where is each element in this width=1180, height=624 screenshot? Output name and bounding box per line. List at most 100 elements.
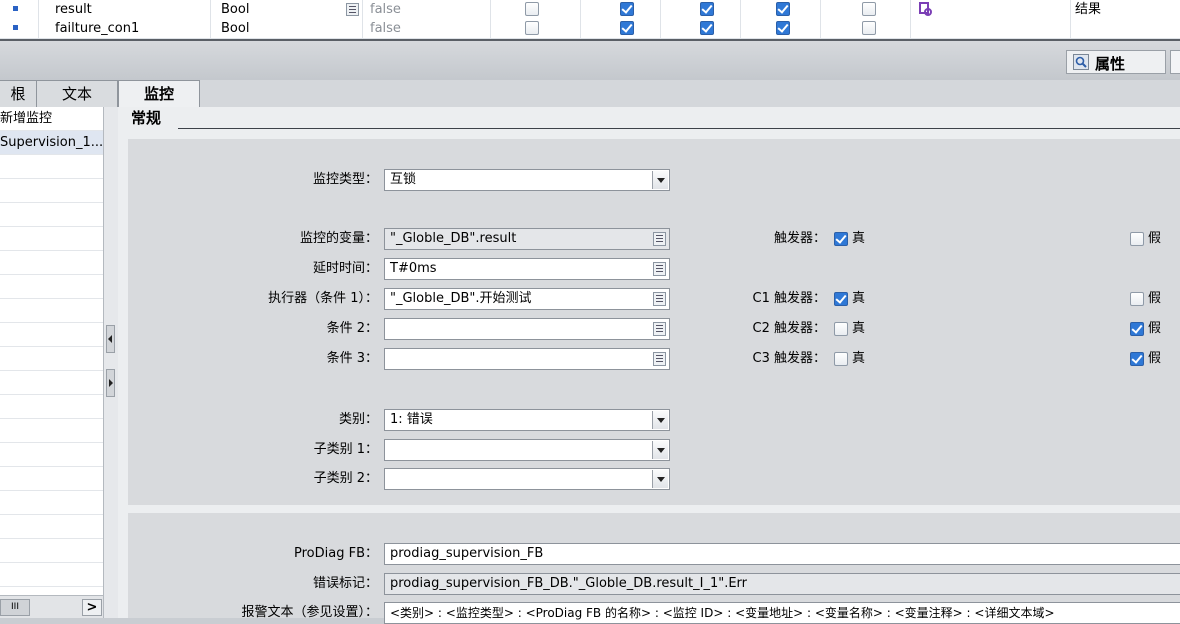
checkbox-col4[interactable] (776, 2, 790, 16)
properties-tab[interactable]: 属性 (1066, 50, 1166, 74)
browse-icon[interactable] (653, 292, 666, 306)
condition2-field[interactable] (384, 318, 670, 340)
subcategory1-label: 子类别 1： (313, 442, 378, 457)
checkbox-col5[interactable] (862, 2, 876, 16)
delay-field[interactable]: T#0ms (384, 258, 670, 280)
list-item (0, 395, 103, 419)
list-item-add-supervision[interactable]: 新增监控 (0, 107, 103, 131)
list-item (0, 323, 103, 347)
browse-icon[interactable] (653, 262, 666, 276)
checkbox-col1[interactable] (525, 21, 539, 35)
list-item (0, 347, 103, 371)
table-row[interactable]: result Bool false 结果 (0, 0, 1180, 20)
chevron-down-icon[interactable] (652, 411, 668, 429)
trigger-false-label: 假 (1148, 231, 1162, 246)
section-title: 常规 (131, 109, 162, 127)
list-item (0, 251, 103, 275)
cell-type: Bool (221, 2, 250, 17)
c2-true-checkbox[interactable] (834, 322, 848, 336)
condition1-value: "_Globle_DB".开始测试 (390, 291, 532, 306)
c2-false-checkbox[interactable] (1130, 322, 1144, 336)
condition1-field[interactable]: "_Globle_DB".开始测试 (384, 288, 670, 310)
supervised-tag-value: "_Globle_DB".result (390, 231, 517, 246)
list-item-label: Supervision_1... (0, 135, 103, 150)
subcategory2-select[interactable] (384, 468, 670, 490)
prodiag-fb-label: ProDiag FB： (294, 546, 378, 561)
list-icon[interactable] (346, 3, 359, 16)
checkbox-col1[interactable] (525, 2, 539, 16)
chevron-down-icon[interactable] (652, 470, 668, 488)
trigger-false-checkbox[interactable] (1130, 232, 1144, 246)
info-tab[interactable] (1170, 50, 1180, 74)
category-select[interactable]: 1: 错误 (384, 409, 670, 431)
cell-name: result (55, 2, 92, 17)
c3-false-label: 假 (1148, 351, 1162, 366)
browse-icon[interactable] (653, 322, 666, 336)
list-item (0, 419, 103, 443)
table-row[interactable]: failture_con1 Bool false (0, 19, 1180, 39)
cell-value: false (370, 21, 401, 36)
condition2-label: 条件 2： (326, 321, 378, 336)
checkbox-col3[interactable] (700, 21, 714, 35)
list-item (0, 515, 103, 539)
list-item (0, 443, 103, 467)
list-item (0, 203, 103, 227)
horizontal-scrollbar[interactable]: III > (0, 595, 103, 618)
tab-text[interactable]: 文本 (36, 80, 118, 108)
list-item (0, 563, 103, 587)
checkbox-col2[interactable] (620, 2, 634, 16)
trigger-label: 触发器： (773, 231, 826, 246)
browse-icon[interactable] (653, 352, 666, 366)
trigger-true-checkbox[interactable] (834, 232, 848, 246)
prodiag-fb-field[interactable]: prodiag_supervision_FB (384, 543, 1180, 565)
error-flag-field[interactable]: prodiag_supervision_FB_DB."_Globle_DB.re… (384, 573, 1180, 595)
c1-false-checkbox[interactable] (1130, 292, 1144, 306)
condition3-field[interactable] (384, 348, 670, 370)
category-value: 1: 错误 (390, 412, 433, 427)
supervision-icon[interactable] (918, 2, 932, 16)
tab-supervision[interactable]: 监控 (118, 80, 200, 109)
section-divider (178, 128, 1180, 129)
cell-type: Bool (221, 21, 250, 36)
splitter[interactable] (103, 107, 118, 618)
list-item (0, 539, 103, 563)
c2-trigger-label: C2 触发器： (752, 321, 826, 336)
trigger-true-label: 真 (852, 231, 866, 246)
c3-true-checkbox[interactable] (834, 352, 848, 366)
list-item-supervision[interactable]: Supervision_1... (0, 131, 103, 155)
supervision-type-label: 监控类型： (312, 172, 378, 187)
condition3-label: 条件 3： (326, 351, 378, 366)
checkbox-col3[interactable] (700, 2, 714, 16)
list-item (0, 491, 103, 515)
c1-trigger-label: C1 触发器： (752, 291, 826, 306)
browse-icon[interactable] (653, 232, 666, 246)
alarm-text-label: 报警文本（参见设置）： (241, 605, 378, 620)
c1-true-checkbox[interactable] (834, 292, 848, 306)
category-label: 类别： (338, 412, 378, 427)
expand-right-icon[interactable] (106, 369, 115, 397)
c3-false-checkbox[interactable] (1130, 352, 1144, 366)
checkbox-col4[interactable] (776, 21, 790, 35)
tab-general[interactable]: 根 (0, 80, 38, 108)
delay-value: T#0ms (390, 261, 437, 276)
checkbox-col5[interactable] (862, 21, 876, 35)
row-bullet-icon (13, 25, 18, 30)
supervised-tag-label: 监控的变量： (299, 231, 378, 246)
c2-true-label: 真 (852, 321, 866, 336)
checkbox-col2[interactable] (620, 21, 634, 35)
subcategory1-select[interactable] (384, 439, 670, 461)
alarm-text-field[interactable]: <类别> : <监控类型> : <ProDiag FB 的名称> : <监控 I… (384, 602, 1180, 624)
scrollbar-thumb[interactable]: III (0, 599, 30, 616)
chevron-down-icon[interactable] (652, 441, 668, 459)
c2-false-label: 假 (1148, 321, 1162, 336)
supervised-tag-field[interactable]: "_Globle_DB".result (384, 228, 670, 250)
cell-name: failture_con1 (55, 21, 140, 36)
subcategory2-label: 子类别 2： (313, 471, 378, 486)
scroll-right-button[interactable]: > (82, 599, 102, 616)
list-item (0, 155, 103, 179)
list-item-label: 新增监控 (0, 111, 53, 126)
chevron-down-icon[interactable] (652, 171, 668, 189)
supervision-type-select[interactable]: 互锁 (384, 169, 670, 191)
collapse-left-icon[interactable] (106, 325, 115, 353)
list-item (0, 275, 103, 299)
